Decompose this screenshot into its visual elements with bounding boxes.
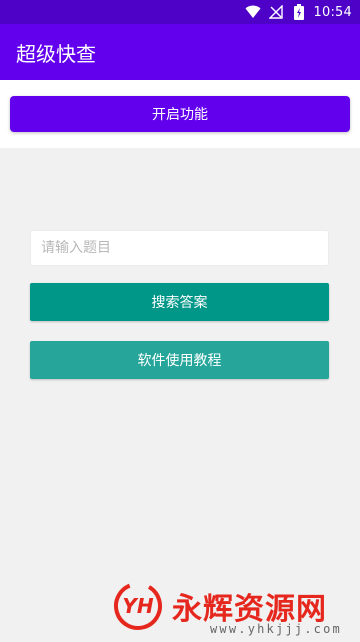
enable-feature-button[interactable]: 开启功能 [10, 96, 350, 132]
question-input[interactable] [30, 230, 329, 266]
app-bar: 超级快查 [0, 24, 360, 80]
wifi-icon [245, 4, 261, 20]
watermark: YH 永辉资源网 www.yhkjjj.com [112, 578, 352, 638]
battery-icon [291, 4, 307, 20]
watermark-url: www.yhkjjj.com [210, 622, 342, 636]
svg-text:YH: YH [122, 594, 153, 618]
action-strip: 开启功能 [0, 80, 360, 148]
search-answer-button[interactable]: 搜索答案 [30, 283, 329, 321]
status-bar: 10:54 [0, 0, 360, 24]
app-title: 超级快查 [16, 41, 96, 66]
status-time: 10:54 [313, 4, 352, 20]
signal-icon [268, 4, 284, 20]
tutorial-button[interactable]: 软件使用教程 [30, 341, 329, 379]
watermark-logo: YH [114, 582, 162, 630]
